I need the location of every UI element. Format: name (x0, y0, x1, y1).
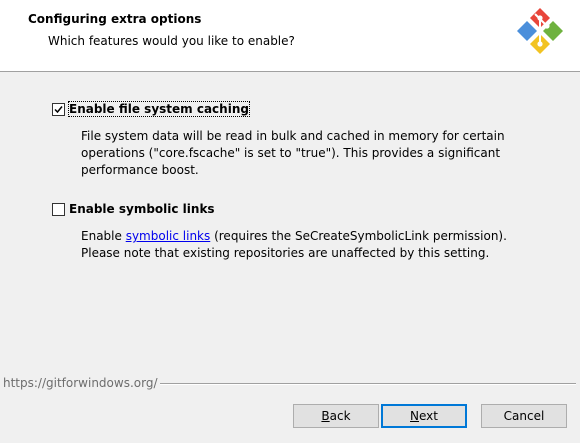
checkmark-icon (54, 105, 63, 113)
back-label: ack (329, 409, 351, 423)
fscache-description-line: performance boost. (81, 163, 199, 177)
fscache-description-line: operations ("core.fscache" is set to "tr… (81, 146, 501, 160)
symlinks-description-prefix: Enable (81, 229, 126, 243)
fscache-label[interactable]: Enable file system caching (68, 101, 250, 117)
wizard-header: Configuring extra options Which features… (0, 0, 580, 72)
page-title: Configuring extra options (28, 12, 202, 26)
symlinks-description-line: Enable symbolic links (requires the SeCr… (81, 228, 521, 245)
next-mnemonic: N (410, 409, 419, 423)
fscache-description: File system data will be read in bulk an… (81, 128, 521, 179)
fscache-checkbox[interactable] (52, 102, 65, 116)
symlinks-label[interactable]: Enable symbolic links (69, 202, 215, 216)
back-button[interactable]: Back (293, 404, 379, 428)
option-symlinks: Enable symbolic links (52, 201, 215, 217)
symlinks-description-line: Please note that existing repositories a… (81, 246, 490, 260)
git-for-windows-logo-icon (517, 8, 563, 54)
symbolic-links-link[interactable]: symbolic links (126, 229, 211, 243)
symlinks-description-suffix: (requires the SeCreateSymbolicLink permi… (210, 229, 507, 243)
option-fscache: Enable file system caching (52, 101, 250, 117)
next-label: ext (419, 409, 438, 423)
fscache-description-line: File system data will be read in bulk an… (81, 129, 505, 143)
page-subtitle: Which features would you like to enable? (48, 34, 295, 48)
footer-divider (160, 383, 576, 385)
back-mnemonic: B (321, 409, 330, 423)
footer-url: https://gitforwindows.org/ (3, 376, 158, 390)
symlinks-checkbox[interactable] (52, 202, 65, 216)
next-button[interactable]: Next (381, 404, 467, 428)
cancel-button[interactable]: Cancel (481, 404, 567, 428)
symlinks-description: Enable symbolic links (requires the SeCr… (81, 228, 521, 262)
